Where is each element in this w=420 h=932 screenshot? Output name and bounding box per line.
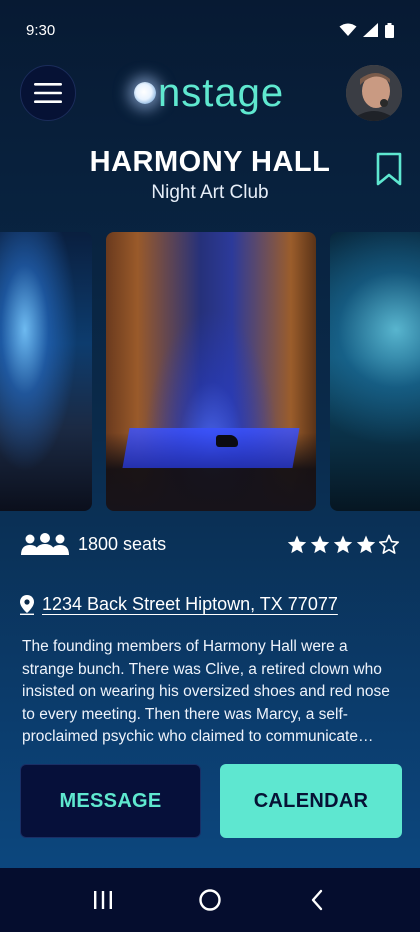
logo-text: nstage bbox=[158, 70, 285, 115]
star-filled-icon bbox=[333, 535, 353, 553]
status-bar: 9:30 bbox=[0, 0, 420, 60]
menu-button[interactable] bbox=[20, 65, 76, 121]
avatar-illustration bbox=[346, 65, 402, 121]
star-filled-icon bbox=[310, 535, 330, 553]
venue-type: Night Art Club bbox=[151, 182, 269, 203]
venue-address-link[interactable]: 1234 Back Street Hiptown, TX 77077 bbox=[20, 594, 338, 615]
back-icon bbox=[311, 889, 322, 911]
recent-apps-button[interactable] bbox=[73, 880, 133, 920]
message-button[interactable]: MESSAGE bbox=[20, 764, 201, 838]
battery-icon bbox=[385, 22, 394, 38]
star-empty-icon bbox=[379, 534, 399, 554]
bookmark-icon bbox=[376, 152, 402, 186]
user-avatar[interactable] bbox=[346, 65, 402, 121]
rating-stars bbox=[286, 534, 400, 555]
wifi-icon bbox=[339, 23, 357, 36]
venue-photo-lights[interactable] bbox=[330, 232, 420, 511]
people-icon bbox=[21, 533, 69, 555]
venue-description: The founding members of Harmony Hall wer… bbox=[22, 638, 390, 745]
onstage-logo: nstage bbox=[128, 70, 284, 116]
location-pin-icon bbox=[20, 594, 34, 615]
photo-gallery[interactable] bbox=[0, 232, 420, 511]
star-filled-icon bbox=[287, 535, 307, 553]
back-button[interactable] bbox=[287, 880, 347, 920]
venue-photo-concert[interactable] bbox=[0, 232, 92, 511]
system-nav-bar bbox=[0, 868, 420, 932]
status-time: 9:30 bbox=[26, 21, 56, 39]
app-header: nstage bbox=[0, 62, 420, 124]
status-icons bbox=[339, 22, 394, 38]
calendar-button[interactable]: CALENDAR bbox=[220, 764, 402, 838]
venue-name: HARMONY HALL bbox=[89, 146, 331, 178]
logo-orb bbox=[134, 82, 156, 104]
seats-label: 1800 seats bbox=[78, 533, 167, 554]
venue-stats: 1800 seats bbox=[20, 528, 400, 560]
home-button[interactable] bbox=[180, 880, 240, 920]
hamburger-menu-icon bbox=[34, 83, 62, 103]
recent-apps-icon bbox=[94, 891, 113, 909]
star-filled-icon bbox=[356, 535, 376, 553]
bookmark-button[interactable] bbox=[376, 152, 402, 191]
signal-icon bbox=[363, 23, 378, 37]
venue-photo-hall[interactable] bbox=[106, 232, 316, 511]
piano bbox=[216, 435, 238, 447]
stage-floor bbox=[122, 428, 300, 468]
address-text: 1234 Back Street Hiptown, TX 77077 bbox=[42, 594, 338, 614]
home-icon bbox=[199, 889, 221, 911]
seat-count: 1800 seats bbox=[20, 533, 166, 555]
